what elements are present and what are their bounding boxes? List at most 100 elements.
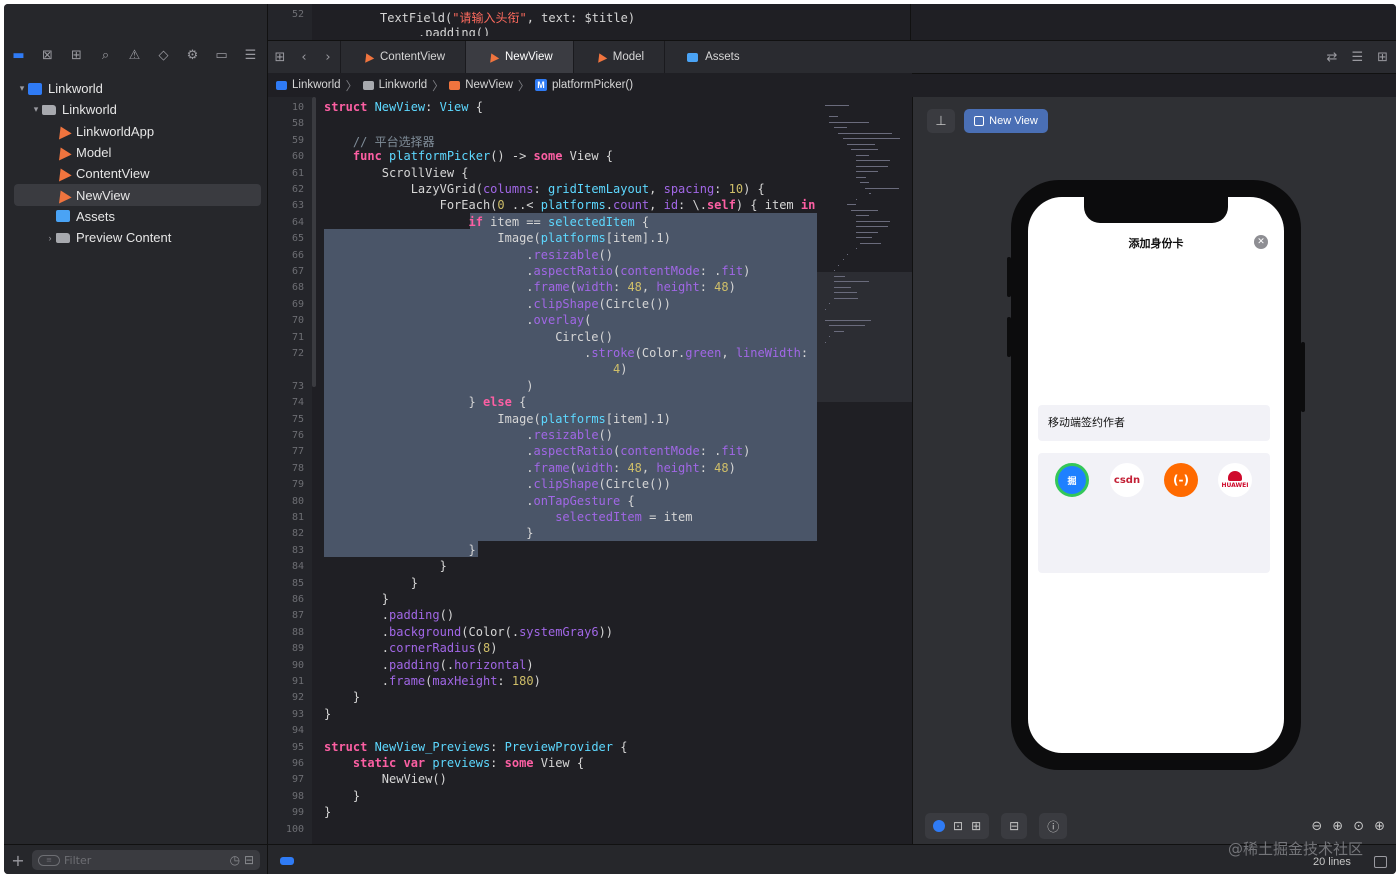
tab-model[interactable]: Model [572, 41, 664, 73]
code-token: (Color. [634, 346, 686, 360]
line-number: 99 [291, 807, 304, 819]
code-token: : . [699, 264, 722, 278]
variants-icon[interactable]: ⊞ [971, 819, 981, 833]
disclosure-icon[interactable]: ▾ [16, 83, 28, 94]
debug-area-toggle-icon[interactable] [280, 857, 294, 865]
debug-icon[interactable]: ⚙ [178, 40, 207, 70]
warning-icon[interactable]: ⚠ [120, 40, 149, 70]
minimap-line [855, 171, 878, 172]
filter-input[interactable]: ≡ Filter ◷ ⊟ [32, 850, 260, 870]
minimap[interactable] [817, 97, 912, 844]
minimap-line [829, 303, 831, 304]
code-editor[interactable]: 10 58 59 60 61 62 63 64 65 66 67 68 69 70 71 72 73 74 75 76… [268, 97, 912, 844]
code-token: ) [728, 460, 736, 475]
title-field[interactable]: 移动端签约作者 [1038, 405, 1270, 441]
code-token: ( [475, 641, 483, 656]
code-token: { [613, 739, 628, 754]
search-icon[interactable]: ⌕ [91, 40, 120, 70]
csdn-logo-icon[interactable]: csdn [1110, 463, 1144, 497]
close-icon[interactable]: ✕ [1254, 235, 1268, 249]
code-token: : [497, 674, 512, 688]
code-line: Image(platforms[item].1) [324, 411, 670, 426]
minimap-viewport[interactable] [817, 272, 912, 402]
code-token: } [324, 592, 390, 606]
sidebar-item[interactable]: ContentView [4, 163, 267, 184]
tab-label: NewView [505, 51, 553, 63]
pin-icon[interactable]: ⊥ [927, 109, 955, 133]
sidebar-item[interactable]: Model [4, 142, 267, 163]
selectable-icon[interactable]: ⊡ [953, 819, 963, 833]
minimap-line [833, 275, 845, 277]
folder-icon[interactable]: ▬ [4, 40, 33, 70]
sidebar-item[interactable]: ▾ Linkworld [4, 99, 267, 120]
inspector-icon[interactable]: ☰ [1351, 50, 1363, 65]
code-token: () -> [490, 149, 534, 164]
device-settings-icon[interactable]: ⊟ [1009, 819, 1019, 833]
disclosure-icon[interactable]: ▾ [30, 104, 42, 115]
zoom-in-icon[interactable]: ⊕ [1374, 819, 1385, 834]
sidebar-item[interactable]: LinkworldApp [4, 121, 267, 142]
add-icon[interactable]: + [4, 851, 32, 870]
code-token: . [324, 477, 534, 492]
folder-icon [42, 104, 56, 115]
tab-label: Model [612, 51, 645, 63]
hierarchy-icon[interactable]: ⊞ [62, 40, 91, 70]
inspector-toggle-icon[interactable] [1374, 856, 1387, 868]
code-token: : [613, 280, 628, 295]
code-token: ) { [743, 182, 765, 196]
live-preview-icon[interactable] [933, 820, 945, 832]
breadcrumb-item[interactable]: Linkworld [292, 79, 341, 91]
top-editor-strip: 52 TextField("请输入头衔", text: $title) .pad… [268, 4, 1396, 40]
zoom-out-icon[interactable]: ⊖ [1311, 819, 1322, 834]
sidebar-item[interactable]: ▾ Linkworld [4, 78, 267, 99]
breadcrumb-item[interactable]: platformPicker() [552, 79, 633, 91]
info-icon[interactable]: ⓘ [1047, 818, 1059, 835]
line-number: 95 [291, 741, 304, 753]
tab-newview[interactable]: NewView [465, 41, 573, 73]
code-token: ) [743, 264, 751, 278]
back-icon[interactable]: ‹ [292, 50, 316, 65]
zoom-fit-icon[interactable]: ⊕ [1332, 819, 1343, 834]
code-line: } [324, 576, 418, 590]
code-token: ) [728, 280, 736, 295]
test-icon[interactable]: ◇ [149, 40, 178, 70]
preview-selector-button[interactable]: New View [964, 109, 1048, 133]
breadcrumb-item[interactable]: Linkworld [379, 79, 428, 91]
sidebar-item[interactable]: › Preview Content [4, 227, 267, 248]
disclosure-icon[interactable]: › [44, 233, 56, 243]
editor-scrollbar[interactable] [312, 97, 316, 387]
code-token: systemGray6 [519, 624, 599, 639]
forward-icon[interactable]: › [316, 50, 340, 65]
sidebar-item[interactable]: NewView [14, 184, 261, 206]
recent-files-icon[interactable]: ◷ ⊟ [230, 853, 254, 867]
report-icon[interactable]: ☰ [236, 40, 265, 70]
huawei-logo-icon[interactable]: HUAWEI [1218, 463, 1252, 497]
juejin-logo-icon[interactable]: 掘 [1055, 463, 1089, 497]
swap-icon[interactable]: ⇄ [1327, 50, 1338, 65]
code-token: { [620, 493, 635, 508]
grid-icon[interactable]: ⊞ [268, 50, 292, 65]
code-line: NewView() [324, 772, 447, 786]
minimap-line [829, 121, 869, 123]
tab-assets[interactable]: Assets [664, 41, 760, 73]
tab-contentview[interactable]: ContentView [340, 41, 465, 73]
code-token: clipShape [533, 296, 599, 311]
code-token: Image( [324, 411, 541, 426]
zoom-actual-icon[interactable]: ⊙ [1353, 819, 1364, 834]
source-control-icon[interactable]: ⊠ [33, 40, 62, 70]
code-token: ) [533, 674, 541, 688]
aliyun-logo-icon[interactable]: (-) [1164, 463, 1198, 497]
minimap-line [864, 187, 899, 189]
code-token: : [714, 182, 729, 196]
line-count: 20 lines [1313, 856, 1351, 868]
breadcrumb-item[interactable]: NewView [465, 79, 513, 91]
code-token: width [576, 280, 613, 295]
code-token: func [324, 149, 390, 164]
code-token: struct [324, 739, 375, 754]
sidebar-item[interactable]: Assets [4, 206, 267, 227]
add-editor-icon[interactable]: ⊞ [1377, 50, 1388, 65]
breakpoint-icon[interactable]: ▭ [207, 40, 236, 70]
breadcrumb: Linkworld 〉 Linkworld 〉 NewView 〉 MplatformPic… [268, 73, 912, 97]
minimap-line [842, 259, 844, 260]
swift-file-icon [54, 123, 72, 140]
